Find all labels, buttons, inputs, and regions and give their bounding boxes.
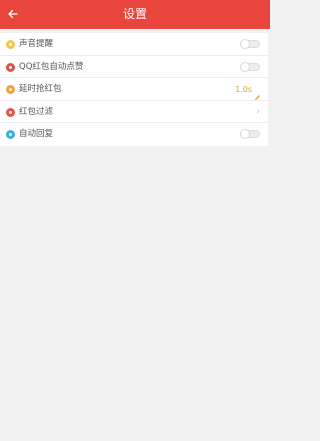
sound-alert-toggle[interactable] xyxy=(240,39,260,49)
setting-label: QQ红包自动点赞 xyxy=(19,61,84,72)
setting-label: 红包过滤 xyxy=(19,106,54,117)
delay-icon xyxy=(6,85,15,94)
app-bar: 设置 xyxy=(0,0,270,29)
toggle-knob xyxy=(240,129,250,139)
settings-list: 声音提醒 QQ红包自动点赞 延时抢红包 1.0s 红包过滤 › 自动回复 xyxy=(0,33,268,146)
auto-reply-toggle[interactable] xyxy=(240,129,260,139)
setting-row-sound-alert[interactable]: 声音提醒 xyxy=(0,33,268,56)
qq-auto-like-toggle[interactable] xyxy=(240,61,260,72)
toggle-knob xyxy=(240,61,250,72)
setting-label: 延时抢红包 xyxy=(19,84,62,94)
pencil-icon xyxy=(254,86,261,100)
filter-icon xyxy=(6,107,15,117)
setting-row-red-packet-filter[interactable]: 红包过滤 › xyxy=(0,101,268,123)
setting-row-delay-grab[interactable]: 延时抢红包 1.0s xyxy=(0,78,268,101)
setting-row-qq-auto-like[interactable]: QQ红包自动点赞 xyxy=(0,56,268,78)
page-title: 设置 xyxy=(122,7,147,21)
sound-icon xyxy=(6,40,15,49)
toggle-knob xyxy=(240,39,250,49)
qq-like-icon xyxy=(6,62,15,72)
delay-value: 1.0s xyxy=(235,84,252,94)
delay-value-wrap[interactable]: 1.0s xyxy=(235,78,261,100)
auto-reply-icon xyxy=(6,130,15,139)
setting-row-auto-reply[interactable]: 自动回复 xyxy=(0,123,268,146)
chevron-right-icon: › xyxy=(256,106,260,117)
setting-label: 自动回复 xyxy=(19,129,54,139)
setting-label: 声音提醒 xyxy=(19,39,54,49)
